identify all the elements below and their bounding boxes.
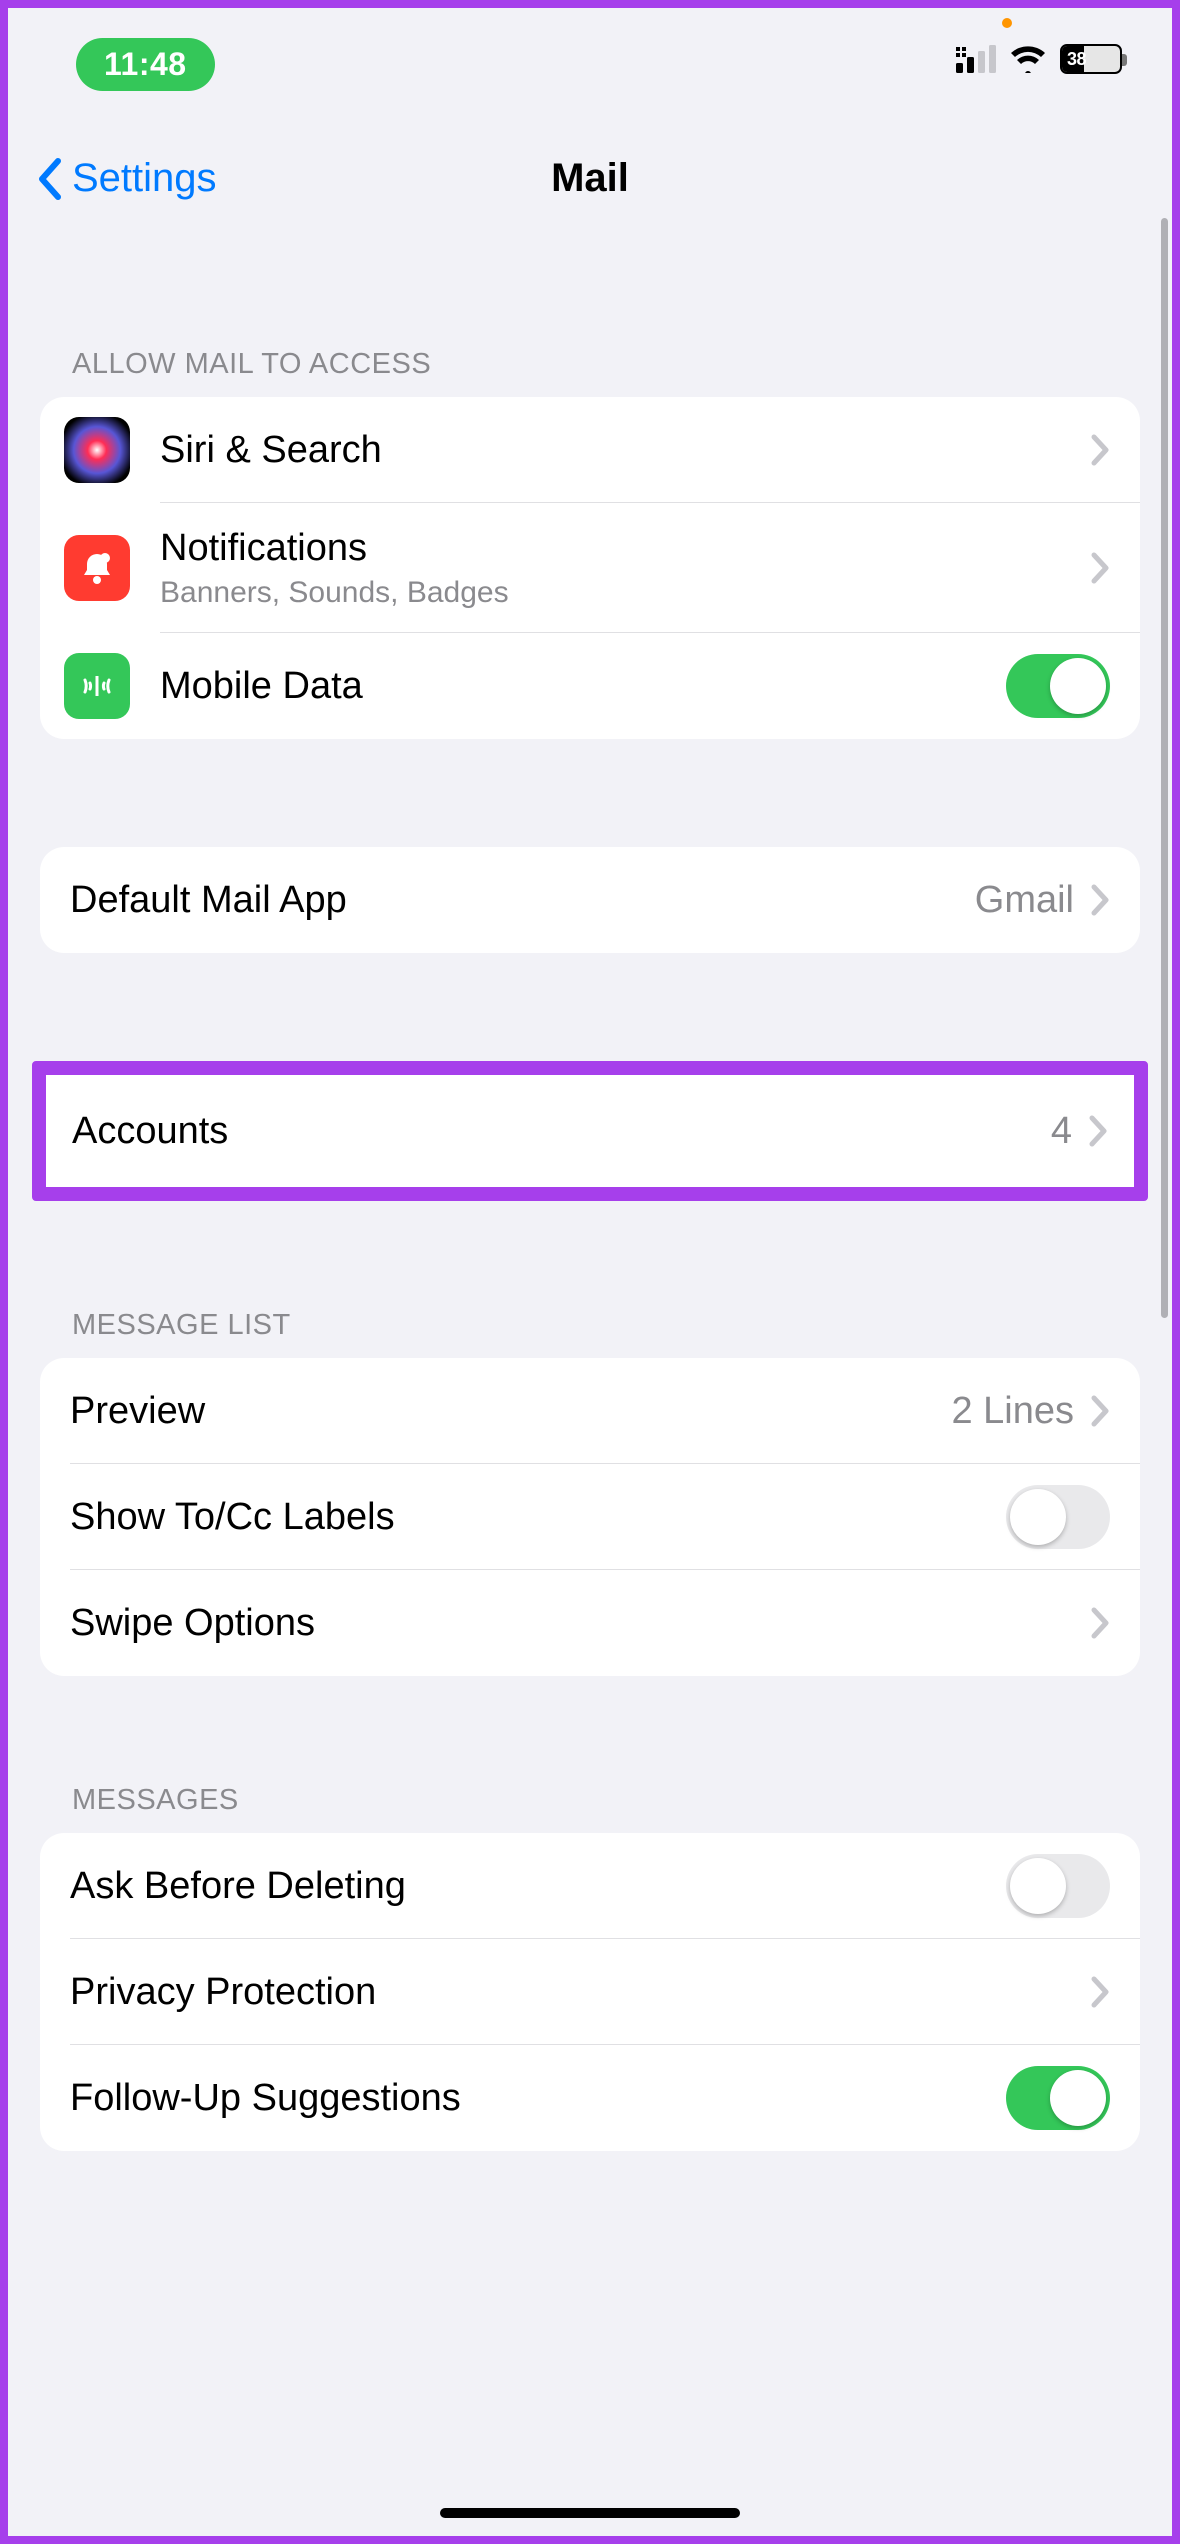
nav-header: Settings Mail [8, 108, 1172, 228]
cellular-icon [956, 45, 996, 73]
page-title: Mail [8, 156, 1172, 201]
home-indicator [440, 2508, 740, 2518]
row-preview[interactable]: Preview 2 Lines [40, 1358, 1140, 1464]
group-default-app: Default Mail App Gmail [40, 847, 1140, 953]
accounts-highlight: Accounts 4 [32, 1061, 1148, 1201]
mobile-data-icon [64, 653, 130, 719]
battery-percentage: 38 [1067, 49, 1086, 70]
row-swipe-options[interactable]: Swipe Options [40, 1570, 1140, 1676]
row-mobile-data[interactable]: Mobile Data [40, 633, 1140, 739]
battery-icon: 38 [1060, 44, 1122, 74]
recording-indicator-icon [1002, 18, 1012, 28]
siri-label: Siri & Search [160, 429, 382, 472]
group-message-list: Preview 2 Lines Show To/Cc Labels Swipe … [40, 1358, 1140, 1676]
group-messages: Ask Before Deleting Privacy Protection F… [40, 1833, 1140, 2151]
notifications-label: Notifications [160, 527, 509, 570]
row-privacy-protection[interactable]: Privacy Protection [40, 1939, 1140, 2045]
notifications-icon [64, 535, 130, 601]
show-tocc-toggle[interactable] [1006, 1485, 1110, 1549]
status-time: 11:48 [104, 46, 187, 82]
default-app-value: Gmail [975, 879, 1074, 922]
preview-value: 2 Lines [951, 1390, 1074, 1433]
ask-delete-toggle[interactable] [1006, 1854, 1110, 1918]
privacy-label: Privacy Protection [70, 1971, 376, 2014]
mobile-data-toggle[interactable] [1006, 654, 1110, 718]
row-ask-before-deleting[interactable]: Ask Before Deleting [40, 1833, 1140, 1939]
default-app-label: Default Mail App [70, 879, 347, 922]
show-tocc-label: Show To/Cc Labels [70, 1496, 395, 1539]
accounts-value: 4 [1051, 1110, 1072, 1153]
siri-icon [64, 417, 130, 483]
followup-toggle[interactable] [1006, 2066, 1110, 2130]
scroll-indicator[interactable] [1161, 218, 1168, 1318]
status-time-pill: 11:48 [76, 38, 215, 91]
preview-label: Preview [70, 1390, 205, 1433]
row-followup-suggestions[interactable]: Follow-Up Suggestions [40, 2045, 1140, 2151]
section-header-access: ALLOW MAIL TO ACCESS [8, 348, 1172, 397]
chevron-right-icon [1090, 1606, 1110, 1640]
status-bar: 11:48 [8, 8, 1172, 108]
notifications-sublabel: Banners, Sounds, Badges [160, 576, 509, 610]
row-show-tocc[interactable]: Show To/Cc Labels [40, 1464, 1140, 1570]
chevron-right-icon [1090, 883, 1110, 917]
mobile-data-label: Mobile Data [160, 665, 363, 708]
chevron-right-icon [1090, 1394, 1110, 1428]
wifi-icon [1010, 45, 1046, 73]
chevron-right-icon [1090, 433, 1110, 467]
group-access: Siri & Search Notifications Banners, Sou… [40, 397, 1140, 739]
followup-label: Follow-Up Suggestions [70, 2077, 461, 2120]
ask-delete-label: Ask Before Deleting [70, 1865, 406, 1908]
section-header-message-list: MESSAGE LIST [8, 1309, 1172, 1358]
swipe-label: Swipe Options [70, 1602, 315, 1645]
chevron-right-icon [1090, 1975, 1110, 2009]
row-default-mail-app[interactable]: Default Mail App Gmail [40, 847, 1140, 953]
chevron-right-icon [1090, 551, 1110, 585]
chevron-right-icon [1088, 1114, 1108, 1148]
row-accounts[interactable]: Accounts 4 [46, 1075, 1134, 1187]
row-notifications[interactable]: Notifications Banners, Sounds, Badges [40, 503, 1140, 633]
section-header-messages: MESSAGES [8, 1784, 1172, 1833]
row-siri-search[interactable]: Siri & Search [40, 397, 1140, 503]
accounts-label: Accounts [72, 1110, 228, 1153]
